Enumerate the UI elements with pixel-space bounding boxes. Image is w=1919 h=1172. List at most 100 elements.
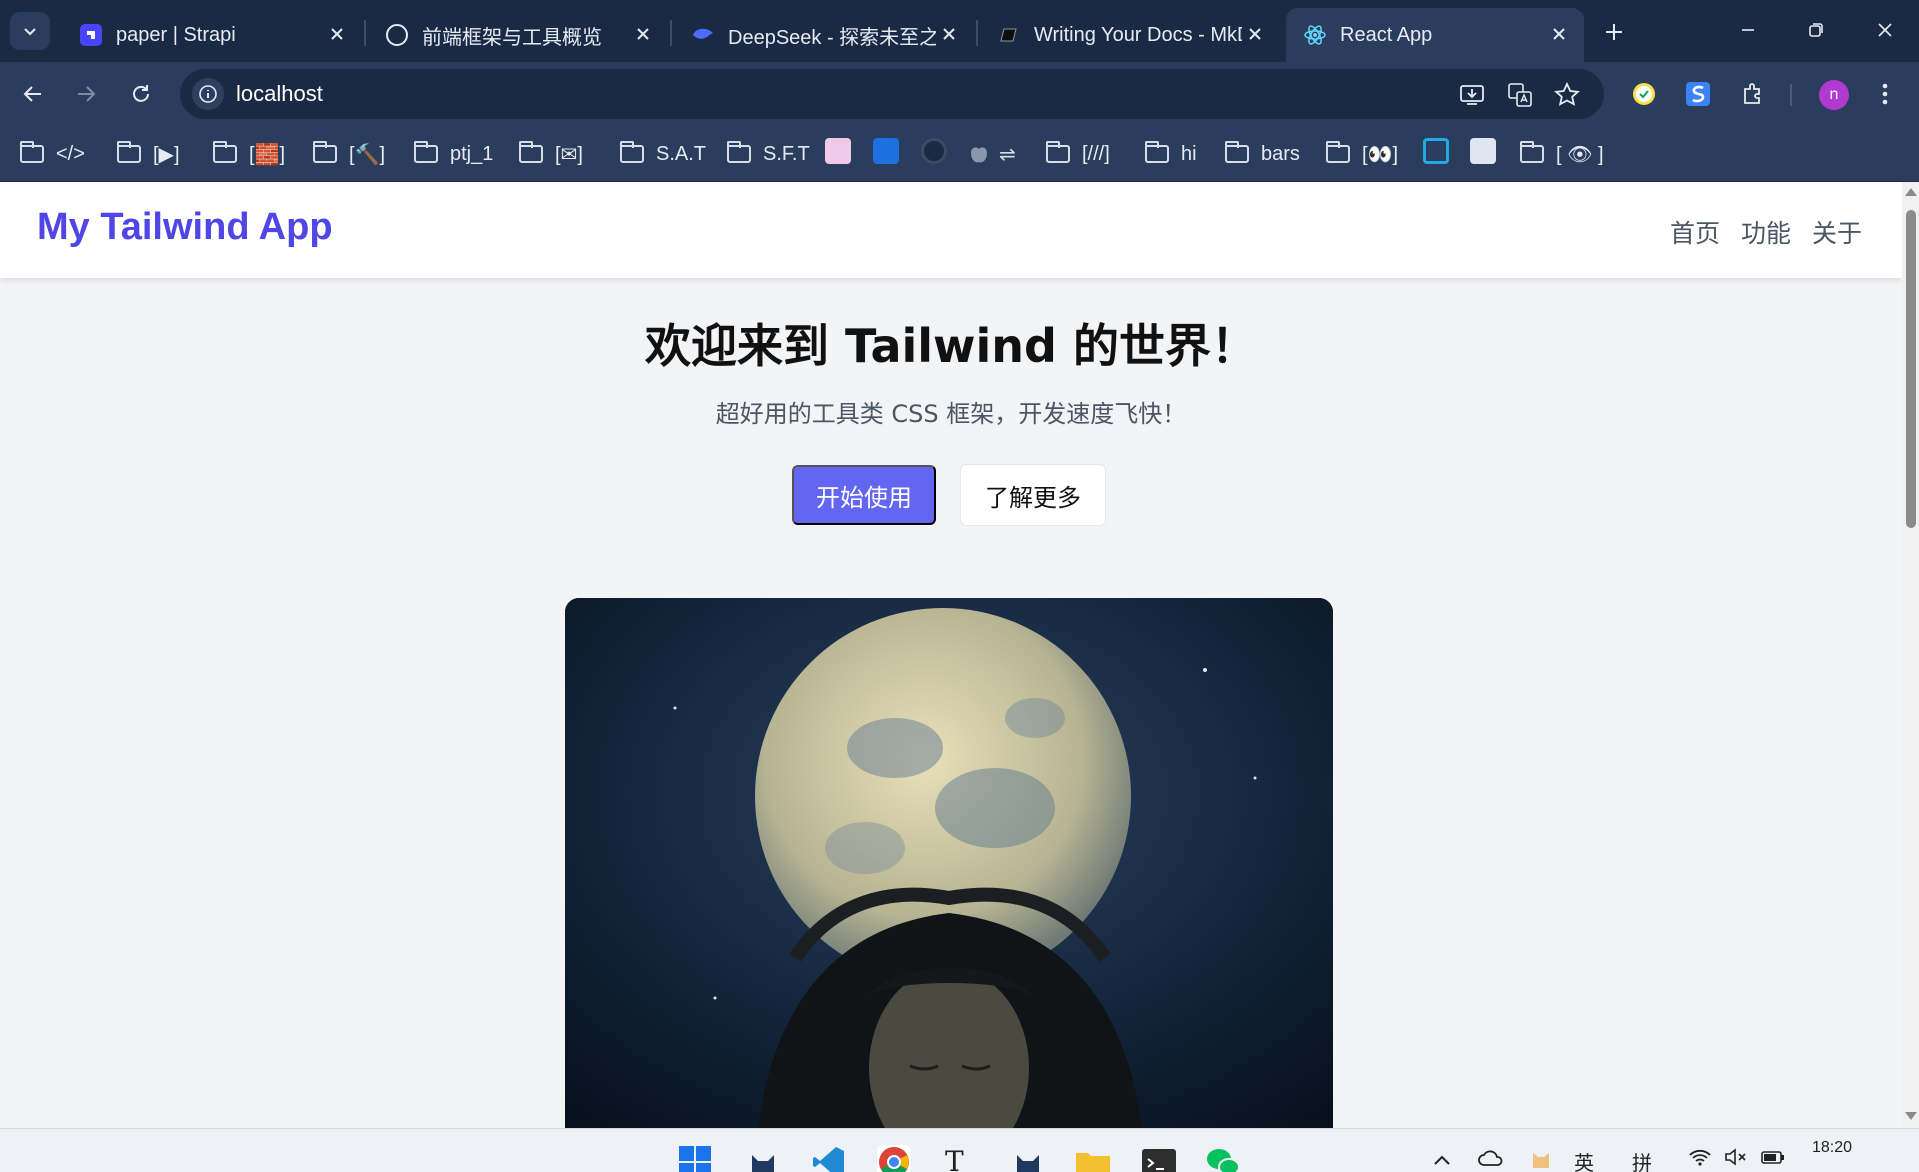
deepseek-icon	[692, 24, 714, 46]
cat-app-2-icon[interactable]	[1011, 1145, 1045, 1172]
bookmark-folder[interactable]: S.F.T	[727, 138, 810, 170]
nav-about[interactable]: 关于	[1812, 214, 1862, 250]
more-menu-icon[interactable]	[1869, 78, 1901, 110]
bookmark-folder[interactable]: S.A.T	[620, 138, 706, 170]
site-info-icon[interactable]	[192, 78, 224, 110]
close-window-button[interactable]	[1855, 10, 1915, 50]
back-button[interactable]	[13, 74, 53, 114]
scroll-down-arrow[interactable]	[1905, 1112, 1917, 1120]
tab-strapi[interactable]: paper | Strapi	[62, 8, 362, 62]
bookmark-label: S.A.T	[656, 142, 707, 165]
get-started-button[interactable]: 开始使用	[792, 465, 936, 525]
tab-mkdocs[interactable]: Writing Your Docs - MkDocs	[980, 8, 1280, 62]
folder-icon	[620, 141, 644, 163]
bookmark-folder[interactable]: [🔨]	[313, 138, 385, 170]
scroll-thumb[interactable]	[1906, 210, 1916, 528]
bookmarks-bar: </> [▶] [🧱] [🔨] ptj_1 [✉] S.A.T S.F.T ⇌ …	[0, 126, 1919, 182]
bookmark-folder[interactable]: </>	[20, 138, 85, 170]
address-bar[interactable]: localhost	[180, 69, 1604, 119]
tab-search-button[interactable]	[10, 12, 50, 50]
bookmark-label: </>	[56, 142, 85, 165]
brand-logo[interactable]: My Tailwind App	[37, 206, 333, 249]
anime-avatar-bookmark-icon[interactable]	[825, 138, 851, 164]
windows-start-icon[interactable]	[678, 1145, 712, 1172]
profile-avatar[interactable]: n	[1819, 80, 1849, 110]
show-hidden-icons[interactable]	[1433, 1147, 1451, 1171]
new-tab-button[interactable]	[1596, 14, 1632, 50]
hero-image	[565, 598, 1333, 1128]
folder-icon	[1326, 141, 1350, 163]
bookmark-folder[interactable]: [///]	[1046, 138, 1110, 170]
bookmark-folder[interactable]: [▶]	[117, 138, 180, 170]
vscode-icon[interactable]	[812, 1145, 846, 1172]
close-icon[interactable]	[1548, 23, 1570, 45]
bilibili-icon[interactable]	[1423, 138, 1449, 164]
checkmark-bookmark-icon[interactable]	[873, 138, 899, 164]
github-icon[interactable]	[921, 138, 947, 164]
address-text[interactable]: localhost	[236, 81, 323, 107]
browser-toolbar: localhost n	[0, 62, 1919, 126]
folder-icon	[117, 141, 141, 163]
minimize-button[interactable]	[1718, 10, 1778, 50]
close-icon[interactable]	[1244, 23, 1266, 45]
stylus-extension-icon[interactable]	[1682, 78, 1714, 110]
chrome-icon[interactable]	[877, 1145, 911, 1172]
clock-extension-icon[interactable]	[1628, 78, 1660, 110]
onedrive-icon[interactable]	[1478, 1147, 1504, 1171]
cat-tray-icon[interactable]	[1530, 1147, 1552, 1172]
nav-home[interactable]: 首页	[1670, 214, 1720, 250]
folder-icon	[519, 141, 543, 163]
speaker-muted-icon[interactable]	[1723, 1147, 1747, 1172]
typora-icon[interactable]: T	[945, 1145, 979, 1172]
tab-title: 前端框架与工具概览	[422, 26, 602, 49]
forward-button[interactable]	[66, 74, 106, 114]
apple-icon	[971, 147, 987, 163]
bookmark-folder[interactable]: ptj_1	[414, 138, 493, 170]
reload-icon	[133, 85, 149, 102]
hero-title: 欢迎来到 Tailwind 的世界！	[645, 319, 1257, 373]
terminal-icon[interactable]	[1141, 1145, 1176, 1172]
bookmark-folder[interactable]: bars	[1225, 138, 1300, 170]
grid-bookmark-icon[interactable]	[1470, 138, 1496, 164]
bookmark-folder[interactable]: [✉]	[519, 138, 583, 170]
folder-icon	[1046, 141, 1070, 163]
bookmark-star-icon[interactable]	[1553, 81, 1581, 109]
folder-icon	[20, 141, 44, 163]
tab-deepseek[interactable]: DeepSeek - 探索未至之境	[674, 8, 974, 62]
install-app-icon[interactable]	[1458, 81, 1486, 109]
close-icon[interactable]	[326, 23, 348, 45]
bookmark-folder[interactable]: [ 👁 ]	[1520, 138, 1604, 170]
swap-icon: ⇌	[999, 143, 1016, 166]
scroll-up-arrow[interactable]	[1905, 188, 1917, 196]
folder-icon	[1145, 141, 1169, 163]
translate-icon[interactable]	[1506, 81, 1534, 109]
bookmark-label: bars	[1261, 142, 1300, 165]
nav-features[interactable]: 功能	[1741, 214, 1791, 250]
bookmark-folder[interactable]: hi	[1145, 138, 1197, 170]
plus-icon	[1606, 24, 1622, 40]
close-icon[interactable]	[632, 23, 654, 45]
close-icon[interactable]	[938, 23, 960, 45]
reload-button[interactable]	[121, 74, 161, 114]
ime-mode[interactable]: 拼	[1632, 1147, 1652, 1172]
ime-language[interactable]: 英	[1574, 1147, 1594, 1172]
tab-react-app[interactable]: React App	[1286, 8, 1584, 62]
wifi-icon[interactable]	[1688, 1147, 1712, 1172]
bookmark-label: [▶]	[153, 143, 180, 166]
file-explorer-icon[interactable]	[1075, 1145, 1110, 1172]
puzzle-extensions-icon[interactable]	[1737, 78, 1769, 110]
tab-frontend[interactable]: 前端框架与工具概览	[368, 8, 668, 62]
clock-time[interactable]: 18:20	[1812, 1139, 1852, 1157]
cat-app-icon[interactable]	[746, 1145, 780, 1172]
chatgpt-icon	[386, 24, 408, 46]
restore-button[interactable]	[1786, 10, 1846, 50]
bookmark-label: [///]	[1082, 142, 1110, 165]
page-scrollbar[interactable]	[1902, 182, 1919, 1128]
bookmark-folder[interactable]: [👀]	[1326, 138, 1398, 170]
battery-icon[interactable]	[1760, 1147, 1786, 1172]
bookmark-label: [👀]	[1362, 143, 1399, 166]
learn-more-button[interactable]: 了解更多	[960, 464, 1106, 526]
wechat-icon[interactable]	[1206, 1145, 1240, 1172]
bookmark-folder[interactable]: [🧱]	[213, 138, 285, 170]
apple-bookmark[interactable]: ⇌	[969, 138, 1016, 170]
